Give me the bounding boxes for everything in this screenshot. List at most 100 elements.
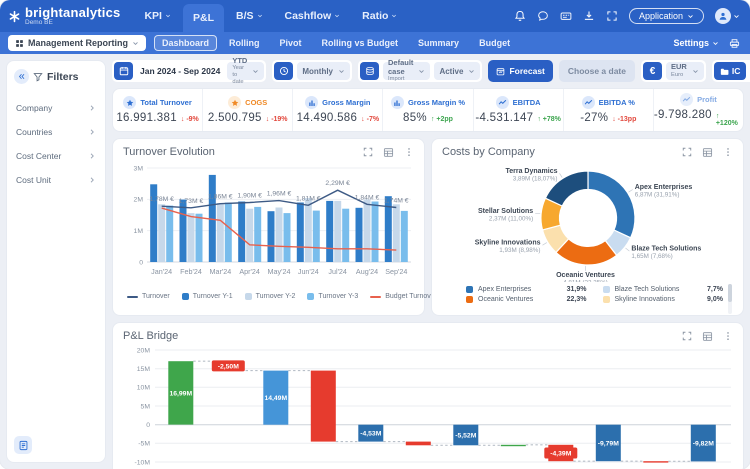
app-window: brightanalytics Demo BE KPI P&LB/SCashflo… [0, 0, 750, 469]
chat-icon[interactable] [537, 10, 549, 22]
legend-item-blaze-tech-solutions[interactable]: Blaze Tech Solutions7,7% [603, 286, 724, 293]
case-dropdown[interactable]: Default case Import [383, 62, 430, 80]
brand-logo[interactable]: brightanalytics Demo BE [8, 0, 120, 32]
application-dropdown[interactable]: Application [629, 8, 704, 24]
tab-rolling[interactable]: Rolling [221, 35, 268, 51]
case-group: Default case Import Active [358, 60, 482, 82]
svg-text:1,86M €: 1,86M € [208, 194, 233, 201]
svg-text:Jun'24: Jun'24 [298, 267, 319, 276]
nav-item-cashflow[interactable]: Cashflow [275, 0, 351, 32]
collapse-sidebar-button[interactable] [14, 69, 29, 84]
currency-dropdown[interactable]: EUR Euro [666, 62, 704, 80]
filter-toolbar: Jan 2024 - Sep 2024 YTD Year to date [112, 60, 744, 82]
kpi-card-gross-margin[interactable]: Gross Margin %85%↑ +2pp [383, 89, 473, 131]
table-view-icon[interactable] [383, 147, 394, 158]
tab-summary[interactable]: Summary [410, 35, 467, 51]
tab-dashboard[interactable]: Dashboard [154, 35, 217, 51]
fullscreen-icon[interactable] [682, 147, 692, 157]
kpi-card-cogs[interactable]: COGS2.500.795↓ -19% [203, 89, 293, 131]
nav-item-p-l[interactable]: P&L [183, 4, 224, 32]
ic-button[interactable]: IC [714, 62, 747, 80]
nav-item-b-s[interactable]: B/S [226, 0, 273, 32]
kpi-card-ebitda[interactable]: EBITDA %-27%↓ -13pp [564, 89, 654, 131]
print-icon[interactable] [729, 38, 740, 49]
expand-icon[interactable] [606, 10, 618, 22]
table-view-icon[interactable] [702, 147, 713, 158]
nav-item-kpi[interactable]: KPI [134, 0, 181, 32]
calendar-button[interactable] [114, 62, 133, 80]
filter-item-cost-center[interactable]: Cost Center [14, 144, 98, 168]
legend-item-turnover-y-2[interactable]: Turnover Y-2 [245, 293, 296, 300]
kebab-menu-icon[interactable] [723, 331, 733, 341]
svg-text:0: 0 [146, 422, 150, 429]
fullscreen-icon[interactable] [682, 331, 692, 341]
ytd-dropdown[interactable]: YTD Year to date [227, 62, 264, 80]
kpi-header: Profit [680, 93, 717, 106]
chevron-down-icon [132, 40, 139, 47]
filter-item-countries[interactable]: Countries [14, 120, 98, 144]
currency-label: EUR [671, 63, 687, 72]
date-range-value[interactable]: Jan 2024 - Sep 2024 [137, 66, 223, 76]
legend-item-turnover[interactable]: Turnover [127, 293, 170, 300]
brand-logo-icon [8, 10, 21, 23]
svg-text:-4,53M: -4,53M [360, 431, 381, 438]
fullscreen-icon[interactable] [363, 147, 373, 157]
kpi-label: Total Turnover [140, 98, 191, 107]
legend-item-turnover-y-3[interactable]: Turnover Y-3 [307, 293, 358, 300]
turnover-chart[interactable]: 01M2M3MJan'24Feb'24Mar'24Apr'24May'24Jun… [123, 160, 414, 290]
kpi-card-total-turnover[interactable]: Total Turnover16.991.381↓ -9% [113, 89, 203, 131]
nav-item-ratio[interactable]: Ratio [352, 0, 407, 32]
kpi-card-gross-margin[interactable]: Gross Margin14.490.586↓ -7% [293, 89, 383, 131]
choose-date-button[interactable]: Choose a date [559, 60, 635, 82]
kpi-card-ebitda[interactable]: EBITDA-4.531.147↑ +78% [474, 89, 564, 131]
download-icon[interactable] [583, 10, 595, 22]
waterfall-chart[interactable]: 20M15M10M5M0-5M-10M16,99M-2,50M14,49M-4,… [123, 344, 733, 469]
tab-budget[interactable]: Budget [471, 35, 518, 51]
status-dropdown[interactable]: Active [434, 62, 480, 80]
svg-text:2,29M €: 2,29M € [325, 180, 350, 187]
history-button[interactable] [274, 62, 293, 80]
legend-item-turnover-y-1[interactable]: Turnover Y-1 [182, 293, 233, 300]
kpi-value: -4.531.147 [475, 112, 533, 124]
user-menu[interactable] [715, 8, 740, 24]
legend-label: Turnover Y-3 [318, 293, 358, 300]
report-selector[interactable]: Management Reporting [8, 35, 146, 51]
kpi-card-profit[interactable]: Profit-9.798.280↑ +120% [654, 89, 743, 131]
case-label: Default case [388, 59, 413, 76]
legend-item-apex-enterprises[interactable]: Apex Enterprises31,9% [466, 286, 587, 293]
svg-text:-9,82M: -9,82M [693, 441, 714, 448]
settings-dropdown[interactable]: Settings [673, 38, 719, 48]
legend-scrollbar-thumb[interactable] [728, 284, 732, 302]
forecast-button[interactable]: Forecast [488, 60, 552, 82]
card-icon[interactable] [560, 10, 572, 22]
legend-label: Budget Turnover [385, 293, 437, 300]
legend-scrollbar[interactable] [728, 284, 732, 314]
report-tool-button[interactable] [14, 436, 32, 454]
nav-item-label: KPI [144, 10, 162, 22]
svg-text:6,87M (31,91%): 6,87M (31,91%) [635, 192, 680, 199]
svg-text:16,99M: 16,99M [169, 391, 192, 398]
report-selector-label: Management Reporting [28, 38, 128, 48]
dataset-button[interactable] [360, 62, 379, 80]
svg-text:1,73M €: 1,73M € [179, 198, 204, 205]
kebab-menu-icon[interactable] [404, 147, 414, 157]
legend-value: 22,3% [567, 296, 587, 303]
filter-item-cost-unit[interactable]: Cost Unit [14, 168, 98, 192]
period-dropdown[interactable]: Monthly [297, 62, 350, 80]
filter-item-company[interactable]: Company [14, 96, 98, 120]
legend-item-oceanic-ventures[interactable]: Oceanic Ventures22,3% [466, 296, 587, 303]
kebab-menu-icon[interactable] [723, 147, 733, 157]
kpi-value: 14.490.586 [297, 112, 358, 124]
currency-button[interactable]: € [643, 62, 662, 80]
content-area: Jan 2024 - Sep 2024 YTD Year to date [112, 60, 744, 463]
svg-text:-10M: -10M [135, 459, 151, 466]
brand-environment: Demo BE [25, 20, 120, 27]
tab-rolling-vs-budget[interactable]: Rolling vs Budget [314, 35, 407, 51]
costs-donut-chart[interactable]: Apex Enterprises6,87M (31,91%)Blaze Tech… [442, 160, 733, 282]
tab-pivot[interactable]: Pivot [272, 35, 310, 51]
legend-item-budget-turnover[interactable]: Budget Turnover [370, 293, 437, 300]
legend-item-skyline-innovations[interactable]: Skyline Innovations9,0% [603, 296, 724, 303]
waterfall-bar-7 [501, 445, 526, 446]
table-view-icon[interactable] [702, 331, 713, 342]
bell-icon[interactable] [514, 10, 526, 22]
